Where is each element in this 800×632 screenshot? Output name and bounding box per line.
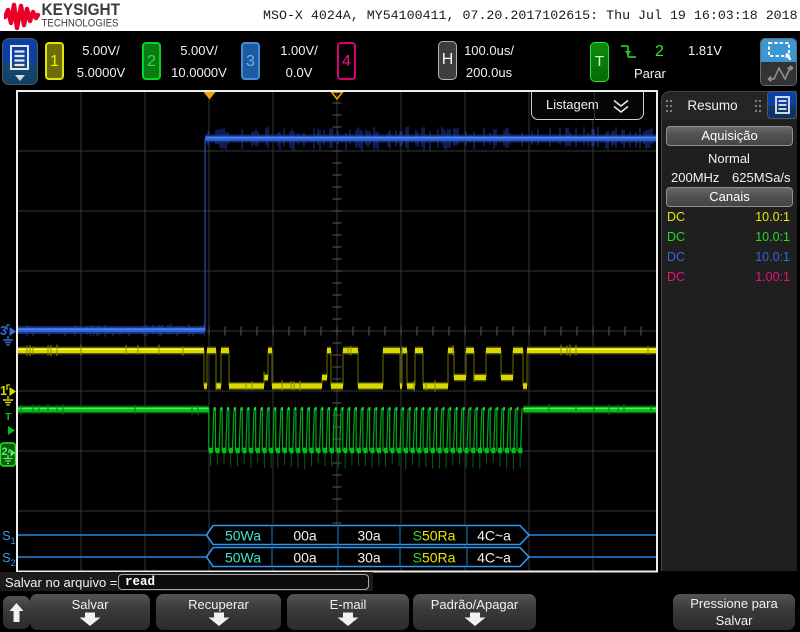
svg-text:S50Ra: S50Ra [413, 550, 456, 566]
svg-text:2: 2 [2, 446, 8, 458]
svg-text:1: 1 [11, 536, 16, 546]
svg-text:3: 3 [0, 324, 7, 338]
svg-text:00a: 00a [293, 528, 317, 544]
svg-text:00a: 00a [293, 550, 317, 566]
svg-text:30a: 30a [357, 528, 381, 544]
svg-text:50Wa: 50Wa [225, 528, 261, 544]
svg-text:2: 2 [11, 558, 16, 568]
svg-text:4C~a: 4C~a [477, 550, 511, 566]
svg-text:50Wa: 50Wa [225, 550, 261, 566]
svg-text:1: 1 [0, 384, 7, 398]
svg-text:T: T [5, 411, 12, 423]
svg-text:30a: 30a [357, 550, 381, 566]
svg-text:4C~a: 4C~a [477, 528, 511, 544]
svg-text:S50Ra: S50Ra [413, 528, 456, 544]
